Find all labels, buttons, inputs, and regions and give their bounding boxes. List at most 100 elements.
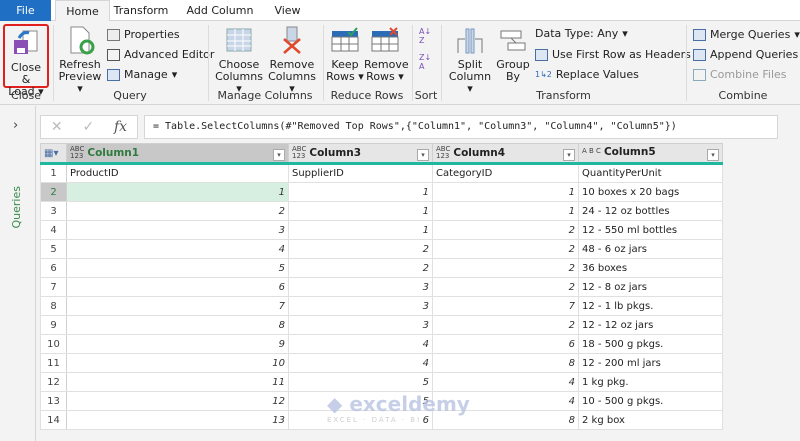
table-cell[interactable]: 12 - 8 oz jars bbox=[578, 277, 723, 297]
table-cell[interactable]: 2 bbox=[432, 277, 579, 297]
manage-button[interactable]: Manage ▾ bbox=[107, 68, 177, 81]
table-cell[interactable]: 5 bbox=[66, 258, 289, 278]
row-number[interactable]: 6 bbox=[40, 258, 67, 278]
table-cell[interactable]: 24 - 12 oz bottles bbox=[578, 201, 723, 221]
type-any-icon[interactable]: ABC 123 bbox=[436, 145, 450, 160]
table-cell[interactable]: 4 bbox=[432, 372, 579, 392]
row-number[interactable]: 11 bbox=[40, 353, 67, 373]
row-number[interactable]: 3 bbox=[40, 201, 67, 221]
table-cell[interactable]: 2 bbox=[66, 201, 289, 221]
table-cell[interactable]: 2 bbox=[288, 239, 433, 259]
table-cell[interactable]: 1 bbox=[432, 182, 579, 202]
table-cell[interactable]: 2 bbox=[432, 258, 579, 278]
formula-input[interactable]: = Table.SelectColumns(#"Removed Top Rows… bbox=[144, 115, 778, 139]
row-number[interactable]: 12 bbox=[40, 372, 67, 392]
table-cell[interactable]: 4 bbox=[288, 334, 433, 354]
filter-dropdown-icon[interactable]: ▾ bbox=[273, 148, 285, 161]
table-cell[interactable]: 8 bbox=[66, 315, 289, 335]
table-cell[interactable]: 2 kg box bbox=[578, 410, 723, 430]
confirm-icon[interactable]: ✓ bbox=[82, 119, 94, 135]
type-any-icon[interactable]: ABC 123 bbox=[70, 145, 84, 160]
remove-columns-button[interactable]: Remove Columns ▾ bbox=[266, 25, 318, 95]
tab-add-column[interactable]: Add Column bbox=[180, 0, 260, 21]
table-cell[interactable]: 8 bbox=[432, 353, 579, 373]
append-queries-button[interactable]: Append Queries ▾ bbox=[693, 48, 800, 61]
row-number[interactable]: 14 bbox=[40, 410, 67, 430]
row-number[interactable]: 8 bbox=[40, 296, 67, 316]
split-column-button[interactable]: Split Column ▾ bbox=[446, 25, 494, 95]
table-cell[interactable]: 5 bbox=[288, 372, 433, 392]
table-cell[interactable]: 13 bbox=[66, 410, 289, 430]
type-any-icon[interactable]: A B C bbox=[582, 148, 601, 155]
table-cell[interactable]: 12 - 550 ml bottles bbox=[578, 220, 723, 240]
table-cell[interactable]: 12 bbox=[66, 391, 289, 411]
table-cell[interactable]: CategoryID bbox=[432, 163, 579, 183]
filter-dropdown-icon[interactable]: ▾ bbox=[563, 148, 575, 161]
combine-files-button[interactable]: Combine Files bbox=[693, 68, 787, 81]
table-cell[interactable]: 4 bbox=[66, 239, 289, 259]
table-cell[interactable]: 18 - 500 g pkgs. bbox=[578, 334, 723, 354]
close-load-button[interactable]: Close & Load ▾ bbox=[3, 24, 49, 98]
type-any-icon[interactable]: ABC 123 bbox=[292, 145, 306, 160]
column-header-column1[interactable]: ABC 123 Column1 ▾ bbox=[66, 143, 289, 165]
sort-ascending-button[interactable]: A↓ Z bbox=[419, 27, 431, 45]
table-cell[interactable]: 10 boxes x 20 bags bbox=[578, 182, 723, 202]
table-cell[interactable]: 1 bbox=[288, 220, 433, 240]
tab-view[interactable]: View bbox=[265, 0, 310, 21]
table-menu-button[interactable]: ▦▾ bbox=[40, 143, 67, 165]
table-cell[interactable]: 3 bbox=[288, 296, 433, 316]
queries-label[interactable]: Queries bbox=[10, 186, 23, 228]
table-cell[interactable]: 7 bbox=[66, 296, 289, 316]
table-cell[interactable]: 2 bbox=[288, 258, 433, 278]
row-number[interactable]: 5 bbox=[40, 239, 67, 259]
row-number[interactable]: 13 bbox=[40, 391, 67, 411]
keep-rows-button[interactable]: Keep Rows ▾ bbox=[326, 25, 364, 83]
advanced-editor-button[interactable]: Advanced Editor bbox=[107, 48, 214, 61]
merge-queries-button[interactable]: Merge Queries ▾ bbox=[693, 28, 800, 41]
table-cell[interactable]: SupplierID bbox=[288, 163, 433, 183]
column-header-column3[interactable]: ABC 123 Column3 ▾ bbox=[288, 143, 433, 165]
table-cell[interactable]: 2 bbox=[432, 220, 579, 240]
table-cell[interactable]: 12 - 200 ml jars bbox=[578, 353, 723, 373]
row-number[interactable]: 1 bbox=[40, 163, 67, 183]
table-cell[interactable]: 1 bbox=[66, 182, 289, 202]
use-first-row-headers-button[interactable]: Use First Row as Headers ▾ bbox=[535, 48, 700, 61]
sort-descending-button[interactable]: Z↓ A bbox=[419, 53, 431, 71]
row-number[interactable]: 2 bbox=[40, 182, 67, 202]
table-cell[interactable]: 2 bbox=[432, 239, 579, 259]
row-number[interactable]: 7 bbox=[40, 277, 67, 297]
replace-values-button[interactable]: 1↳2 Replace Values bbox=[535, 68, 639, 81]
fx-icon[interactable]: fx bbox=[114, 119, 127, 135]
row-number[interactable]: 10 bbox=[40, 334, 67, 354]
table-cell[interactable]: 1 bbox=[288, 201, 433, 221]
table-cell[interactable]: 1 bbox=[288, 182, 433, 202]
table-cell[interactable]: 10 bbox=[66, 353, 289, 373]
table-cell[interactable]: 7 bbox=[432, 296, 579, 316]
choose-columns-button[interactable]: Choose Columns ▾ bbox=[212, 25, 266, 95]
table-cell[interactable]: 12 - 12 oz jars bbox=[578, 315, 723, 335]
data-type-dropdown[interactable]: Data Type: Any ▾ bbox=[535, 27, 628, 40]
table-cell[interactable]: 3 bbox=[66, 220, 289, 240]
table-cell[interactable]: 3 bbox=[288, 315, 433, 335]
table-cell[interactable]: 3 bbox=[288, 277, 433, 297]
refresh-preview-button[interactable]: Refresh Preview ▾ bbox=[56, 25, 104, 95]
table-cell[interactable]: 12 - 1 lb pkgs. bbox=[578, 296, 723, 316]
table-cell[interactable]: 10 - 500 g pkgs. bbox=[578, 391, 723, 411]
tab-transform[interactable]: Transform bbox=[110, 0, 172, 21]
table-cell[interactable]: 2 bbox=[432, 315, 579, 335]
table-cell[interactable]: QuantityPerUnit bbox=[578, 163, 723, 183]
tab-home[interactable]: Home bbox=[55, 0, 110, 22]
table-cell[interactable]: 36 boxes bbox=[578, 258, 723, 278]
table-cell[interactable]: 11 bbox=[66, 372, 289, 392]
table-cell[interactable]: 6 bbox=[66, 277, 289, 297]
table-cell[interactable]: 6 bbox=[432, 334, 579, 354]
table-cell[interactable]: 1 kg pkg. bbox=[578, 372, 723, 392]
row-number[interactable]: 4 bbox=[40, 220, 67, 240]
row-number[interactable]: 9 bbox=[40, 315, 67, 335]
table-cell[interactable]: 1 bbox=[432, 201, 579, 221]
filter-dropdown-icon[interactable]: ▾ bbox=[707, 148, 719, 161]
filter-dropdown-icon[interactable]: ▾ bbox=[417, 148, 429, 161]
properties-button[interactable]: Properties bbox=[107, 28, 180, 41]
table-cell[interactable]: 9 bbox=[66, 334, 289, 354]
group-by-button[interactable]: Group By bbox=[494, 25, 532, 83]
